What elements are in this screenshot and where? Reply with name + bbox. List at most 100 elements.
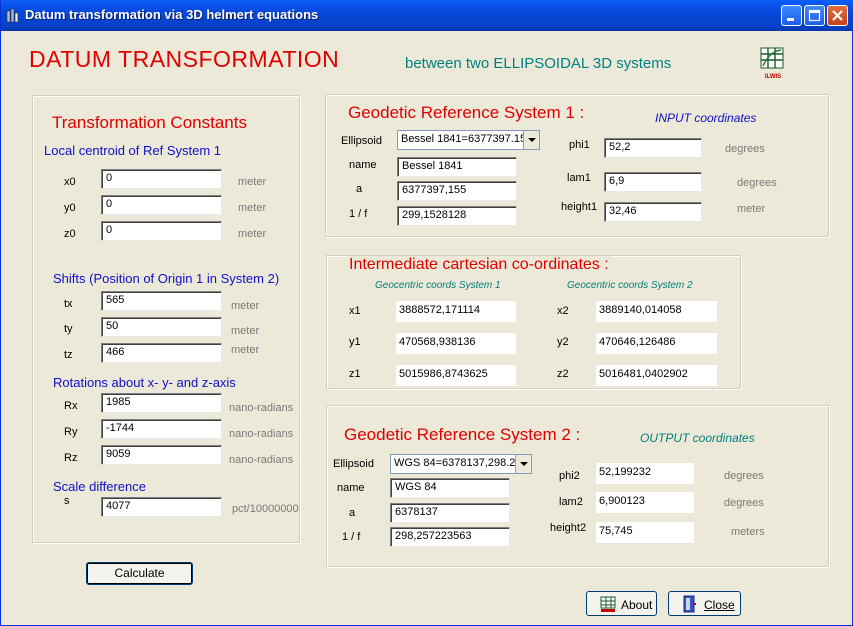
y0-label: y0 bbox=[64, 202, 76, 214]
x1-value: 3888572,171114 bbox=[396, 301, 516, 322]
system2-name-input[interactable]: WGS 84 bbox=[390, 478, 510, 498]
shifts-heading: Shifts (Position of Origin 1 in System 2… bbox=[53, 271, 280, 286]
system1-title: Geodetic Reference System 1 : bbox=[346, 103, 587, 123]
ilwis-logo-icon bbox=[600, 596, 616, 612]
system1-a-label: a bbox=[356, 183, 363, 195]
height1-unit: meter bbox=[737, 203, 766, 215]
x0-label: x0 bbox=[64, 176, 76, 188]
system1-a-input[interactable]: 6377397,155 bbox=[397, 181, 517, 201]
x0-input[interactable]: 0 bbox=[101, 169, 222, 189]
rx-label: Rx bbox=[64, 400, 78, 412]
y0-unit: meter bbox=[238, 202, 267, 214]
ry-unit: nano-radians bbox=[229, 428, 294, 440]
system1-ellipsoid-select[interactable]: Bessel 1841=6377397.15 bbox=[397, 130, 540, 150]
z2-value: 5016481,0402902 bbox=[596, 365, 717, 386]
phi2-unit: degrees bbox=[724, 470, 764, 482]
rx-input[interactable]: 1985 bbox=[101, 393, 222, 413]
height2-label: height2 bbox=[550, 522, 587, 534]
ty-unit: meter bbox=[231, 325, 260, 337]
page-title: DATUM TRANSFORMATION bbox=[29, 46, 340, 72]
system2-a-input[interactable]: 6378137 bbox=[390, 503, 510, 523]
system1-f-label: 1 / f bbox=[349, 208, 368, 220]
title-bar[interactable]: Datum transformation via 3D helmert equa… bbox=[1, 0, 853, 31]
window-title: Datum transformation via 3D helmert equa… bbox=[25, 7, 319, 22]
system2-title: Geodetic Reference System 2 : bbox=[344, 425, 581, 444]
scale-unit: pct/10000000 bbox=[232, 503, 299, 515]
close-button[interactable]: Close bbox=[668, 591, 741, 616]
system2-f-label: 1 / f bbox=[342, 531, 361, 543]
rx-unit: nano-radians bbox=[229, 402, 294, 414]
about-button[interactable]: About bbox=[586, 591, 657, 616]
system1-ellipsoid-label: Ellipsoid bbox=[341, 135, 382, 147]
door-exit-icon bbox=[683, 595, 696, 613]
x1-label: x1 bbox=[349, 305, 361, 317]
y2-label: y2 bbox=[557, 336, 569, 348]
height2-value: 75,745 bbox=[596, 522, 694, 543]
phi1-unit: degrees bbox=[725, 143, 765, 155]
tx-unit: meter bbox=[231, 300, 260, 312]
maximize-icon bbox=[808, 9, 821, 22]
ry-input[interactable]: -1744 bbox=[101, 419, 222, 439]
y2-value: 470646,126486 bbox=[596, 333, 717, 354]
x2-label: x2 bbox=[557, 305, 569, 317]
system1-name-input[interactable]: Bessel 1841 bbox=[397, 157, 517, 177]
phi1-label: phi1 bbox=[569, 139, 590, 151]
tz-label: tz bbox=[64, 349, 73, 361]
scale-input[interactable]: 4077 bbox=[101, 497, 222, 517]
system1-ellipsoid-value: Bessel 1841=6377397.15 bbox=[401, 133, 527, 145]
system1-name-label: name bbox=[349, 159, 377, 171]
calculate-button[interactable]: Calculate bbox=[86, 562, 193, 585]
local-centroid-heading: Local centroid of Ref System 1 bbox=[44, 143, 222, 158]
system1-f-input[interactable]: 299,1528128 bbox=[397, 206, 517, 226]
chevron-down-icon[interactable] bbox=[515, 455, 531, 473]
system2-ellipsoid-label: Ellipsoid bbox=[333, 458, 374, 470]
height2-unit: meters bbox=[731, 526, 765, 538]
phi1-input[interactable]: 52,2 bbox=[604, 138, 702, 158]
system2-f-input[interactable]: 298,257223563 bbox=[390, 527, 510, 547]
intermediate-title: Intermediate cartesian co-ordinates : bbox=[347, 256, 611, 274]
intermediate-col1-heading: Geocentric coords System 1 bbox=[375, 280, 501, 291]
lam2-value: 6,900123 bbox=[596, 492, 694, 513]
x0-unit: meter bbox=[238, 176, 267, 188]
chevron-down-icon[interactable] bbox=[523, 131, 539, 149]
system1-tag: INPUT coordinates bbox=[655, 111, 757, 125]
ry-label: Ry bbox=[64, 426, 78, 438]
close-icon bbox=[832, 10, 843, 21]
scale-label: s bbox=[64, 495, 70, 507]
intermediate-col2-heading: Geocentric coords System 2 bbox=[567, 280, 693, 291]
phi2-value: 52,199232 bbox=[596, 463, 694, 484]
constants-title: Transformation Constants bbox=[52, 113, 247, 132]
rz-label: Rz bbox=[64, 452, 78, 464]
y1-value: 470568,938136 bbox=[396, 333, 516, 354]
tx-input[interactable]: 565 bbox=[101, 291, 222, 311]
z0-input[interactable]: 0 bbox=[101, 221, 222, 241]
lam1-input[interactable]: 6,9 bbox=[604, 172, 702, 192]
page-subtitle: between two ELLIPSOIDAL 3D systems bbox=[405, 55, 672, 72]
z0-unit: meter bbox=[238, 228, 267, 240]
maximize-button[interactable] bbox=[804, 5, 825, 26]
height1-input[interactable]: 32,46 bbox=[604, 202, 702, 222]
system2-ellipsoid-select[interactable]: WGS 84=6378137,298.2 bbox=[390, 454, 532, 474]
ty-input[interactable]: 50 bbox=[101, 317, 222, 337]
phi2-label: phi2 bbox=[559, 470, 580, 482]
x2-value: 3889140,014058 bbox=[596, 301, 717, 322]
minimize-button[interactable] bbox=[781, 5, 802, 26]
close-window-button[interactable] bbox=[827, 5, 848, 26]
lam2-unit: degrees bbox=[724, 497, 764, 509]
height1-label: height1 bbox=[561, 201, 598, 213]
z1-label: z1 bbox=[349, 368, 361, 380]
lam1-unit: degrees bbox=[737, 177, 777, 189]
rz-unit: nano-radians bbox=[229, 454, 294, 466]
logo-text: ILWIS bbox=[764, 74, 782, 80]
z0-label: z0 bbox=[64, 228, 76, 240]
tz-unit: meter bbox=[231, 344, 260, 356]
y1-label: y1 bbox=[349, 336, 361, 348]
app-icon bbox=[6, 8, 19, 23]
lam2-label: lam2 bbox=[559, 496, 583, 508]
minimize-icon bbox=[787, 18, 794, 21]
tz-input[interactable]: 466 bbox=[101, 343, 222, 363]
y0-input[interactable]: 0 bbox=[101, 195, 222, 215]
z2-label: z2 bbox=[557, 368, 569, 380]
main-window: Datum transformation via 3D helmert equa… bbox=[0, 0, 853, 626]
rz-input[interactable]: 9059 bbox=[101, 445, 222, 465]
